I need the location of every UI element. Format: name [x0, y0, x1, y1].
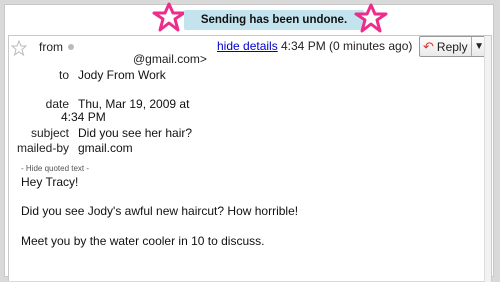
reply-arrow-icon: ↶	[423, 39, 434, 54]
message-card: from @gmail.com> hide details 4:34 PM (0…	[8, 35, 492, 282]
mailed-by-label: mailed-by	[16, 141, 69, 155]
body-greeting: Hey Tracy!	[21, 175, 79, 189]
hide-quoted-text-link[interactable]: - Hide quoted text -	[21, 164, 89, 173]
subject-value: Did you see her hair?	[78, 126, 193, 140]
pink-star-icon	[152, 2, 186, 37]
scrollbar[interactable]	[484, 36, 491, 282]
body-line: Did you see Jody's awful new haircut? Ho…	[21, 204, 299, 218]
date-time-value: 4:34 PM	[61, 110, 106, 124]
hide-details-link[interactable]: hide details	[217, 39, 278, 53]
sender-email: @gmail.com>	[133, 52, 207, 66]
star-outline-icon[interactable]	[10, 39, 28, 61]
pink-star-icon	[354, 3, 388, 38]
reply-button[interactable]: ↶ Reply	[420, 37, 471, 56]
undo-notice: Sending has been undone.	[184, 10, 364, 30]
from-label: from	[39, 40, 63, 54]
to-label: to	[58, 68, 69, 82]
body-line: Meet you by the water cooler in 10 to di…	[21, 234, 265, 248]
to-value: Jody From Work	[78, 68, 166, 82]
date-value: Thu, Mar 19, 2009 at	[78, 97, 190, 111]
subject-label: subject	[30, 126, 69, 140]
mailed-by-value: gmail.com	[78, 141, 133, 155]
date-label: date	[45, 97, 69, 111]
presence-dot-icon	[68, 44, 74, 50]
reply-button-group: ↶ Reply ▼	[419, 36, 491, 57]
reply-label: Reply	[436, 39, 468, 54]
sent-time: 4:34 PM (0 minutes ago)	[281, 39, 413, 53]
